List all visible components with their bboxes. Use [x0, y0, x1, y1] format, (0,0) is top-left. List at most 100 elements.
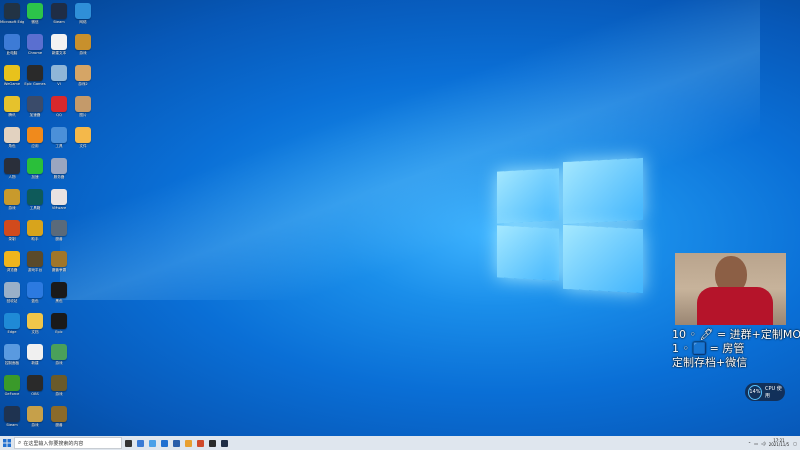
desktop-icon-label: 游戏 [8, 206, 16, 210]
notification-icon[interactable]: ▢ [793, 441, 797, 446]
app-icon [51, 251, 67, 267]
desktop-icon[interactable]: Microsoft Edge [0, 3, 24, 24]
volume-icon[interactable]: ◁) [761, 441, 766, 446]
desktop-icon[interactable]: 此电脑 [0, 34, 24, 55]
desktop-icon[interactable]: 腾讯 [0, 96, 24, 117]
desktop-icon[interactable]: 微信 [23, 3, 47, 24]
cpu-percent: 14% [748, 384, 762, 400]
cpu-label: CPU 使用 [764, 386, 782, 399]
app-icon [27, 96, 43, 112]
app-icon [27, 344, 43, 360]
desktop-icon-label: 图片 [79, 113, 87, 117]
taskbar-app-glyph [136, 439, 144, 447]
tray-chevron-icon[interactable]: ⌃ [748, 441, 751, 446]
desktop-icon-label: 游戏 [55, 361, 63, 365]
desktop-icon-label: 加速器 [29, 113, 41, 117]
app-icon [4, 3, 20, 19]
taskbar-app-icon[interactable] [170, 436, 182, 450]
desktop-icon[interactable]: VMware [47, 189, 71, 210]
desktop-icon[interactable]: Chrome [23, 34, 47, 55]
desktop-icon-label: 控制面板 [4, 361, 20, 365]
desktop-icon-label: 助手 [31, 237, 39, 241]
clock[interactable]: 17:21 2021/11/5 [769, 439, 790, 447]
desktop-icon[interactable]: 文件 [71, 127, 95, 148]
taskbar-app-icon[interactable] [146, 436, 158, 450]
taskbar-app-icon[interactable] [134, 436, 146, 450]
desktop-icon-label: Steam [53, 20, 65, 24]
desktop-icon[interactable]: 人物 [0, 158, 24, 179]
desktop-icon[interactable]: 魔兽争霸 [47, 251, 71, 272]
webcam-overlay [675, 253, 786, 325]
windows-start-icon [3, 439, 11, 447]
desktop-icon[interactable]: VI [47, 65, 71, 86]
app-icon [51, 189, 67, 205]
desktop-icon[interactable]: 新建文本 [47, 34, 71, 55]
desktop-icon[interactable]: 工具箱 [23, 189, 47, 210]
stream-text-overlay: 10 ◦ 🖊 = 进群+定制MOD 1 ◦ 🟦 = 房管 定制存档+微信 [672, 328, 800, 370]
overlay-line-1: 10 ◦ 🖊 = 进群+定制MOD [672, 328, 800, 341]
taskbar-app-icon[interactable] [206, 436, 218, 450]
desktop-icon[interactable]: Steam [47, 3, 71, 24]
taskbar-app-glyph [148, 439, 156, 447]
desktop-icon-label: Steam [6, 423, 18, 427]
desktop-icon[interactable]: 应用 [23, 127, 47, 148]
app-icon [51, 3, 67, 19]
desktop-icon[interactable]: 游戏 [23, 406, 47, 427]
taskbar-search-box[interactable]: ⌕ 在这里输入你要搜索的内容 [14, 437, 122, 449]
desktop-icon[interactable]: 黑色 [47, 282, 71, 303]
desktop-icon[interactable]: 控制面板 [0, 344, 24, 365]
desktop-icon[interactable]: 工具 [47, 127, 71, 148]
desktop-icon[interactable]: 游戏 [47, 375, 71, 396]
desktop-icon[interactable]: 蓝色 [23, 282, 47, 303]
desktop-icon[interactable]: 助手 [23, 220, 47, 241]
desktop-icon-label: 工具 [55, 144, 63, 148]
desktop-icon[interactable]: 游戏2 [71, 65, 95, 86]
desktop-icon[interactable]: 加速 [23, 158, 47, 179]
start-button[interactable] [0, 436, 14, 450]
taskbar-app-icon[interactable] [218, 436, 230, 450]
desktop-icon[interactable]: 游戏 [0, 189, 24, 210]
taskbar-app-icon[interactable] [194, 436, 206, 450]
network-icon[interactable]: ▭ [754, 441, 758, 446]
desktop-icon-label: 微信 [31, 20, 39, 24]
desktop-icon[interactable]: 魔兽 [47, 220, 71, 241]
taskbar-app-icon[interactable] [182, 436, 194, 450]
desktop-icon[interactable]: Edge [0, 313, 24, 334]
desktop-icon-label: 此电脑 [6, 51, 18, 55]
desktop-icon[interactable]: 加速器 [23, 96, 47, 117]
desktop-icon[interactable]: 网络 [71, 3, 95, 24]
app-icon [4, 127, 20, 143]
desktop-icon[interactable]: 图片 [71, 96, 95, 117]
app-icon [75, 3, 91, 19]
desktop-icon[interactable]: 游戏平台 [23, 251, 47, 272]
desktop-icon[interactable]: 角色 [0, 127, 24, 148]
desktop-icon[interactable]: Epic Games [23, 65, 47, 86]
app-icon [51, 127, 67, 143]
taskbar-app-glyph [172, 439, 180, 447]
desktop-icon[interactable]: 新建 [23, 344, 47, 365]
desktop-icon[interactable]: OBS [23, 375, 47, 396]
desktop-icon[interactable]: Steam [0, 406, 24, 427]
desktop-icon[interactable]: GeForce [0, 375, 24, 396]
app-icon [4, 158, 20, 174]
desktop-icon[interactable]: 游戏 [47, 344, 71, 365]
desktop-icon[interactable]: 文档 [23, 313, 47, 334]
desktop-icon[interactable]: 录制 [0, 220, 24, 241]
performance-badge[interactable]: 14% CPU 使用 [745, 383, 785, 401]
app-icon [51, 34, 67, 50]
desktop-icon[interactable]: 游戏 [71, 34, 95, 55]
desktop-icon[interactable]: 魔兽 [47, 406, 71, 427]
desktop-icon[interactable]: 回收站 [0, 282, 24, 303]
desktop-icon[interactable]: WeGame [0, 65, 24, 86]
desktop-icon[interactable]: Epic [47, 313, 71, 334]
app-icon [4, 220, 20, 236]
app-icon [4, 282, 20, 298]
desktop-icon[interactable]: QQ [47, 96, 71, 117]
taskbar-app-glyph [124, 439, 132, 447]
desktop-icon[interactable]: 浏览器 [0, 251, 24, 272]
taskbar-app-icon[interactable] [158, 436, 170, 450]
app-icon [4, 344, 20, 360]
taskbar-app-icon[interactable] [122, 436, 134, 450]
desktop-icon[interactable]: 服务器 [47, 158, 71, 179]
desktop-icon-label: 应用 [31, 144, 39, 148]
